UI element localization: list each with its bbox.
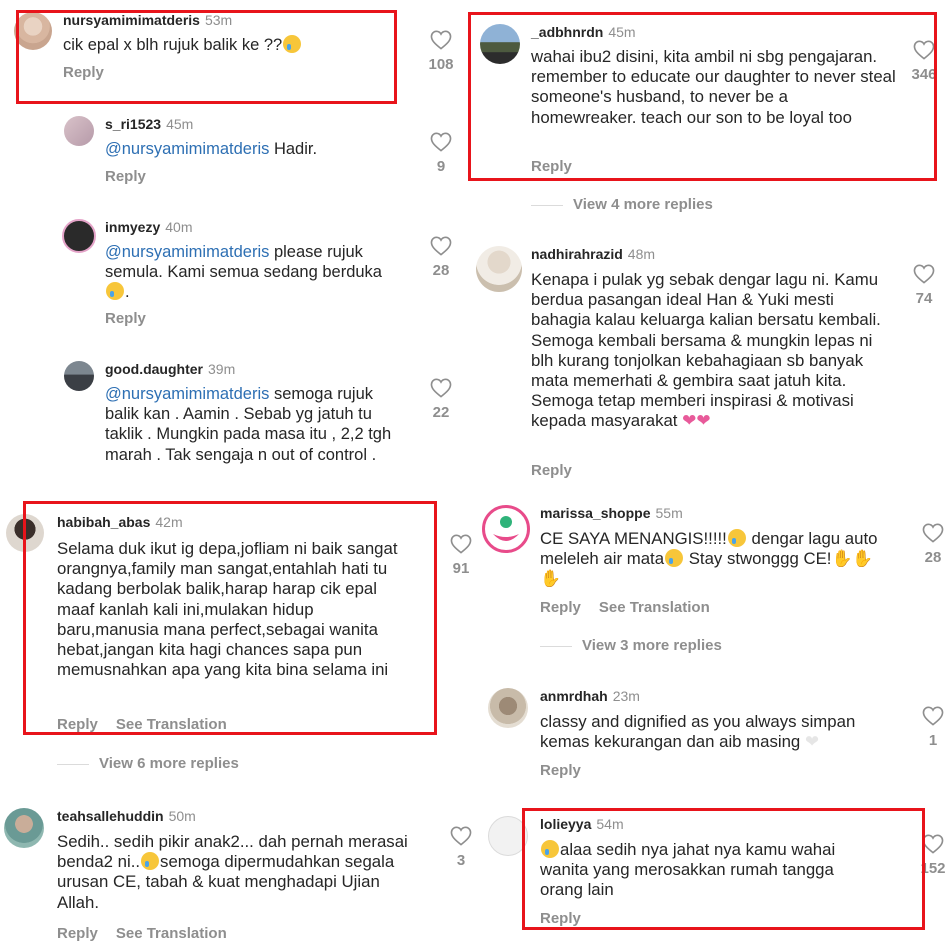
heart-icon [430, 378, 452, 398]
mention-link[interactable]: @nursyamimimatderis [105, 385, 269, 403]
like-button[interactable]: 3 [441, 826, 481, 869]
like-button[interactable]: 9 [421, 132, 461, 175]
heart-icon [450, 826, 472, 846]
brand-logo-icon [493, 516, 519, 541]
like-count: 3 [456, 852, 466, 869]
comment-time: 50m [168, 808, 196, 824]
comment-actions: Reply See Translation [540, 599, 728, 616]
avatar[interactable] [62, 219, 96, 253]
avatar[interactable] [4, 808, 44, 848]
heart-icon [913, 264, 935, 284]
crying-emoji-icon [141, 852, 160, 871]
comment-username[interactable]: anmrdhah 23m [540, 688, 640, 704]
like-button[interactable]: 28 [421, 236, 461, 279]
like-button[interactable]: 91 [441, 534, 481, 577]
avatar[interactable] [488, 688, 528, 728]
comment-time: 23m [612, 688, 640, 704]
highlight-box [16, 10, 397, 104]
avatar[interactable] [64, 361, 94, 391]
comment-time: 39m [208, 361, 236, 377]
see-translation-button[interactable]: See Translation [599, 599, 710, 616]
comment-username[interactable]: nadhirahrazid 48m [531, 246, 655, 262]
comment-time: 55m [655, 505, 683, 521]
comment-time: 40m [165, 219, 193, 235]
like-count: 91 [452, 560, 470, 577]
comment-actions: Reply [105, 168, 164, 185]
like-count: 28 [432, 262, 450, 279]
like-count: 108 [428, 56, 454, 73]
avatar[interactable] [482, 505, 530, 553]
pink-hearts-emoji-icon: ❤❤ [682, 411, 711, 431]
reply-button[interactable]: Reply [105, 168, 146, 185]
comment-actions: Reply [105, 310, 164, 327]
comment-text: Sedih.. sedih pikir anak2... dah pernah … [57, 832, 408, 912]
avatar[interactable] [64, 116, 94, 146]
crying-emoji-icon [106, 282, 124, 301]
highlight-box [23, 501, 437, 735]
like-count: 28 [924, 549, 942, 566]
heart-icon [430, 132, 452, 152]
mention-link[interactable]: @nursyamimimatderis [105, 243, 269, 261]
comment-username[interactable]: good.daughter 39m [105, 361, 235, 377]
like-button[interactable]: 28 [913, 523, 950, 566]
comment-text: CE SAYA MENANGIS!!!!! dengar lagu auto m… [540, 529, 878, 589]
comment-time: 45m [166, 116, 194, 132]
comment-text: @nursyamimimatderis please rujuk semula.… [105, 243, 382, 302]
like-button[interactable]: 22 [421, 378, 461, 421]
heart-icon [450, 534, 472, 554]
heart-icon [922, 523, 944, 543]
reply-button[interactable]: Reply [105, 310, 146, 327]
heart-icon [922, 706, 944, 726]
comment-username[interactable]: teahsallehuddin 50m [57, 808, 196, 824]
view-more-replies-button[interactable]: View 3 more replies [540, 637, 722, 654]
comment-text: classy and dignified as you always simpa… [540, 712, 856, 752]
comment-username[interactable]: marissa_shoppe 55m [540, 505, 683, 521]
comment-time: 48m [627, 246, 656, 262]
reply-button[interactable]: Reply [540, 762, 581, 779]
reply-button[interactable]: Reply [57, 925, 98, 942]
like-count: 1 [928, 732, 938, 749]
like-count: 9 [436, 158, 446, 175]
mention-link[interactable]: @nursyamimimatderis [105, 140, 269, 158]
highlight-box [522, 808, 925, 930]
reply-button[interactable]: Reply [540, 599, 581, 616]
white-heart-emoji-icon: ❤ [804, 732, 819, 752]
heart-icon [430, 236, 452, 256]
comment-text: @nursyamimimatderis semoga rujuk balik k… [105, 385, 392, 464]
like-button[interactable]: 1 [913, 706, 950, 749]
comment-actions: Reply [531, 462, 590, 479]
like-button[interactable]: 108 [421, 30, 461, 73]
like-count: 74 [915, 290, 933, 307]
comment-actions: Reply [540, 762, 599, 779]
like-count: 22 [432, 404, 450, 421]
comment-username[interactable]: inmyezy 40m [105, 219, 192, 235]
comment-text: Kenapa i pulak yg sebak dengar lagu ni. … [531, 270, 881, 431]
comment-username[interactable]: s_ri1523 45m [105, 116, 193, 132]
like-button[interactable]: 74 [904, 264, 944, 307]
reply-button[interactable]: Reply [531, 462, 572, 479]
view-more-replies-button[interactable]: View 6 more replies [57, 755, 239, 772]
heart-icon [922, 834, 944, 854]
heart-icon [430, 30, 452, 50]
crying-emoji-icon [727, 529, 746, 547]
crying-emoji-icon [665, 549, 684, 568]
highlight-box [468, 12, 937, 181]
see-translation-button[interactable]: See Translation [116, 925, 227, 942]
comment-text: @nursyamimimatderis Hadir. [105, 140, 318, 158]
avatar[interactable] [476, 246, 522, 292]
view-more-replies-button[interactable]: View 4 more replies [531, 196, 713, 213]
comment-actions: Reply See Translation [57, 925, 245, 942]
